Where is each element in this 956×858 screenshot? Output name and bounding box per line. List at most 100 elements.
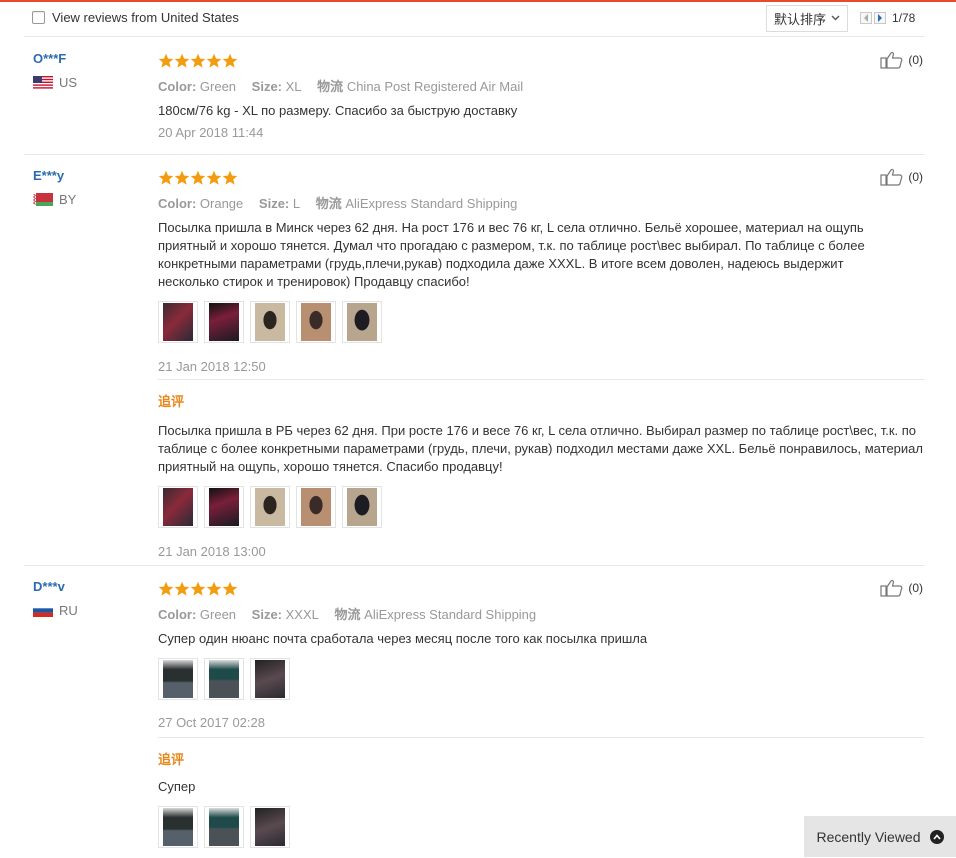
reviewer: O***F US [33,51,77,90]
review-item: E***y BY Color: Orange Size: L 物流 AliExp… [24,154,924,566]
thumbs-up-icon [880,579,903,597]
review-text: 180см/76 kg - XL по размеру. Спасибо за … [158,103,518,118]
review-photo[interactable] [342,301,382,343]
color-label: Color: [158,79,197,94]
review-photo[interactable] [342,486,382,528]
shipping-label: 物流 [317,79,344,94]
size-value: XXXL [285,607,319,622]
chevron-up-icon [929,829,944,844]
review-date: 21 Jan 2018 12:50 [158,359,266,374]
size-label: Size: [258,196,290,211]
star-icon [190,581,206,596]
review-photo[interactable] [204,658,244,700]
size-value: L [292,196,301,211]
helpful-count: (0) [908,581,923,595]
reviewer: E***y BY [33,168,76,207]
color-label: Color: [158,196,197,211]
review-photo[interactable] [250,806,290,848]
followup-text: Посылка пришла в РБ через 62 дня. При ро… [158,423,923,474]
helpful-count: (0) [908,170,923,184]
star-icon [158,170,174,185]
color-label: Color: [158,607,197,622]
review-date: 27 Oct 2017 02:28 [158,715,265,730]
review-photo[interactable] [158,486,198,528]
followup-text: Супер [158,779,196,794]
reviews-toolbar: View reviews from United States 默认排序 1/7… [24,2,924,37]
helpful-button[interactable]: (0) [880,51,923,69]
country-code: RU [59,603,78,618]
star-icon [222,581,238,596]
color-value: Orange [199,196,244,211]
us-filter-checkbox[interactable] [32,11,45,24]
order-info: Color: Green Size: XXXL 物流 AliExpress St… [158,604,903,623]
star-icon [158,53,174,68]
size-label: Size: [251,607,283,622]
star-icon [206,53,222,68]
shipping-label: 物流 [315,196,342,211]
reviewer-country: US [33,75,77,90]
review-photo[interactable] [250,658,290,700]
next-page-button[interactable] [874,12,886,24]
review-photo[interactable] [158,301,198,343]
review-photo[interactable] [296,301,336,343]
review-photo[interactable] [204,301,244,343]
followup-title: 追评 [158,752,185,767]
followup-date: 21 Jan 2018 13:00 [158,544,266,559]
reviewer-country: BY [33,192,76,207]
star-rating [158,170,903,186]
star-icon [174,581,190,596]
ru-flag-icon [33,604,53,617]
reviewer-name[interactable]: D***v [33,579,78,594]
followup-title: 追评 [158,394,185,409]
star-icon [206,170,222,185]
helpful-button[interactable]: (0) [880,579,923,597]
review-photo[interactable] [250,486,290,528]
review-date: 20 Apr 2018 11:44 [158,125,264,140]
followup-photos [158,486,924,528]
page-indicator: 1/78 [892,11,916,25]
star-rating [158,53,903,69]
review-photo[interactable] [204,486,244,528]
size-value: XL [285,79,302,94]
review-photo[interactable] [204,806,244,848]
us-filter[interactable]: View reviews from United States [32,10,239,25]
chevron-down-icon [831,13,840,24]
star-icon [174,170,190,185]
review-photo[interactable] [158,658,198,700]
reviewer-name[interactable]: O***F [33,51,77,66]
reviewer-country: RU [33,603,78,618]
prev-page-button[interactable] [860,12,872,24]
review-photos [158,301,903,343]
by-flag-icon [33,193,53,206]
sort-dropdown[interactable]: 默认排序 [766,5,848,32]
reviewer-name[interactable]: E***y [33,168,76,183]
star-rating [158,581,903,597]
star-icon [158,581,174,596]
review-item: O***F US Color: Green Size: XL 物流 China … [24,37,924,155]
color-value: Green [199,607,237,622]
review-photo[interactable] [250,301,290,343]
star-icon [222,170,238,185]
country-code: BY [59,192,77,207]
shipping-value: AliExpress Standard Shipping [345,196,518,211]
review-photo[interactable] [296,486,336,528]
pagination: 1/78 [860,11,915,25]
review-body: Color: Green Size: XXXL 物流 AliExpress St… [158,581,903,730]
followup-review: 追评 Посылка пришла в РБ через 62 дня. При… [158,379,924,566]
country-code: US [59,75,78,90]
order-info: Color: Orange Size: L 物流 AliExpress Stan… [158,193,903,212]
order-info: Color: Green Size: XL 物流 China Post Regi… [158,76,903,95]
shipping-value: AliExpress Standard Shipping [364,607,537,622]
reviewer: D***v RU [33,579,78,618]
review-text: Посылка пришла в Минск через 62 дня. На … [158,220,865,289]
review-body: Color: Green Size: XL 物流 China Post Regi… [158,53,903,140]
helpful-button[interactable]: (0) [880,168,923,186]
recently-viewed-label: Recently Viewed [816,828,921,845]
recently-viewed-button[interactable]: Recently Viewed [804,816,956,857]
size-label: Size: [251,79,283,94]
review-text: Супер один нюанс почта сработала через м… [158,631,648,646]
star-icon [190,53,206,68]
review-photo[interactable] [158,806,198,848]
sort-label: 默认排序 [773,12,826,27]
star-icon [206,581,222,596]
